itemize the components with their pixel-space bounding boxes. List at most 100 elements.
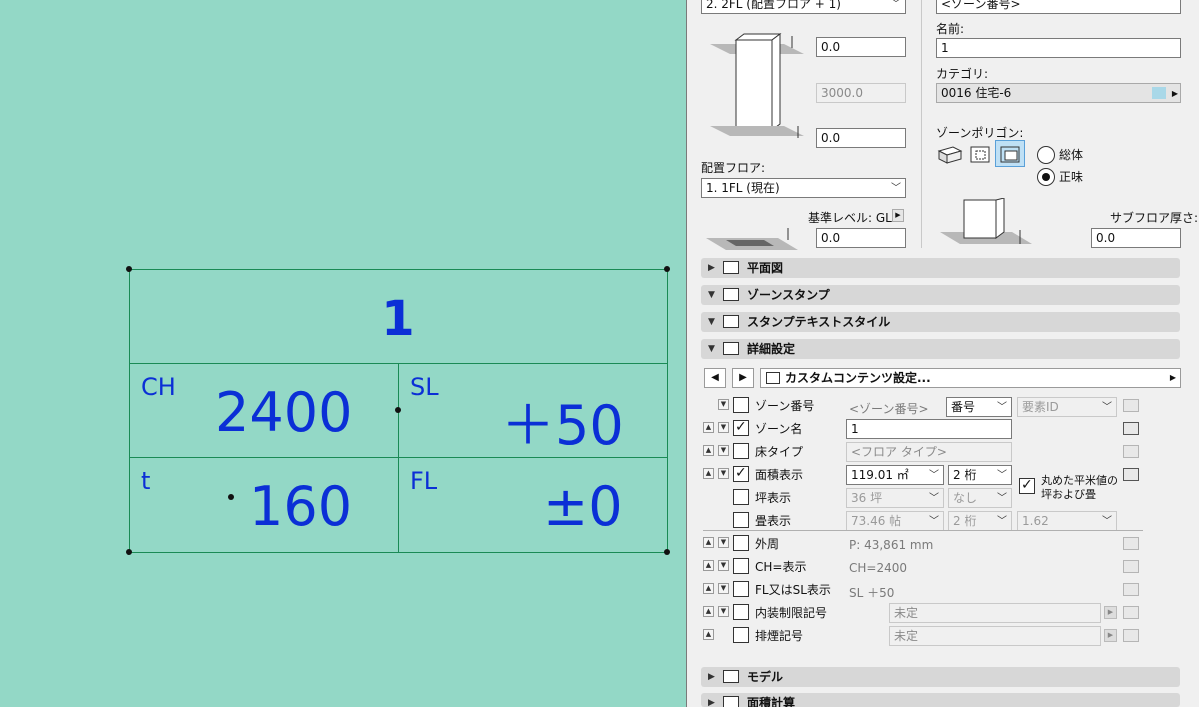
name-input[interactable]: 1 (936, 38, 1181, 58)
row-checkbox-area[interactable]: ✓ (733, 465, 749, 482)
move-down-button[interactable]: ▼ (718, 537, 729, 548)
move-up-button[interactable]: ▲ (703, 445, 714, 456)
subfloor-input[interactable]: 0.0 (1091, 228, 1181, 248)
radio-net[interactable] (1037, 168, 1055, 186)
row-option-button[interactable] (1123, 606, 1139, 619)
ref-level-label: 基準レベル: GL (808, 211, 892, 225)
stamp-handle-br[interactable] (664, 549, 670, 555)
section-details[interactable]: ▼ 詳細設定 (701, 339, 1180, 359)
tatami-digits-select[interactable]: 2 桁 ﹀ (948, 511, 1012, 531)
home-floor-select[interactable]: 1. 1FL (現在) ﹀ (701, 178, 906, 198)
row-option-button[interactable] (1123, 468, 1139, 481)
arrow-right-icon[interactable]: ▶ (1104, 629, 1117, 642)
move-up-button[interactable]: ▲ (703, 422, 714, 433)
row-checkbox-zone-name[interactable]: ✓ (733, 419, 749, 436)
row-input-interior-restriction[interactable]: 未定 (889, 603, 1101, 623)
row-option-button[interactable] (1123, 422, 1139, 435)
rounded-value-checkbox[interactable]: ✓ (1019, 477, 1035, 494)
row-checkbox-perimeter[interactable] (733, 535, 749, 551)
row-input-smoke-exhaust[interactable]: 未定 (889, 626, 1101, 646)
move-up-button[interactable]: ▲ (703, 468, 714, 479)
row-checkbox-smoke-exhaust[interactable] (733, 627, 749, 643)
move-down-button[interactable]: ▼ (718, 583, 729, 594)
row-input-zone-name[interactable]: 1 (846, 419, 1012, 439)
chevron-down-icon: ﹀ (1102, 516, 1112, 527)
stamp-handle-tl[interactable] (126, 266, 132, 272)
zone-stamp[interactable]: 1 CH 2400 SL ＋50 t 160 FL ±0 (126, 266, 670, 555)
chevron-down-icon: ﹀ (891, 0, 901, 10)
prev-button[interactable]: ◀ (704, 368, 726, 388)
row-value-ch: CH=2400 (849, 561, 907, 575)
ref-level-diagram-icon (706, 228, 798, 250)
row-checkbox-zone-number[interactable] (733, 397, 749, 413)
row-checkbox-floor-type[interactable] (733, 443, 749, 459)
move-down-button[interactable]: ▼ (718, 560, 729, 571)
row-option-button[interactable] (1123, 583, 1139, 596)
row-option-button[interactable] (1123, 629, 1139, 642)
tsubo-unit-value: 36 坪 (851, 491, 883, 505)
checkmark-icon: ✓ (735, 465, 747, 481)
tsubo-digits-select[interactable]: なし ﹀ (948, 488, 1012, 508)
section-stamp-text-style[interactable]: ▼ スタンプテキストスタイル (701, 312, 1180, 332)
section-model[interactable]: ▶ モデル (701, 667, 1180, 687)
row-checkbox-ch[interactable] (733, 558, 749, 574)
row-label-tsubo: 坪表示 (755, 491, 792, 505)
drawing-canvas[interactable]: 1 CH 2400 SL ＋50 t 160 FL ±0 (0, 0, 686, 707)
collapse-down-icon: ▼ (708, 290, 715, 300)
row-checkbox-interior-restriction[interactable] (733, 604, 749, 620)
stamp-t-label: t (141, 467, 151, 495)
arrow-right-icon[interactable]: ▶ (1104, 606, 1117, 619)
ref-level-arrow-button[interactable]: ▶ (892, 209, 904, 222)
top-offset-input[interactable]: 0.0 (816, 37, 906, 57)
move-up-button[interactable]: ▲ (703, 537, 714, 548)
row-option-button[interactable] (1123, 399, 1139, 412)
tsubo-digits-value: なし (953, 491, 978, 505)
element-id-select[interactable]: 要素ID ﹀ (1017, 397, 1117, 417)
move-down-button[interactable]: ▼ (718, 468, 729, 479)
row-option-button[interactable] (1123, 537, 1139, 550)
section-zone-stamp[interactable]: ▼ ゾーンスタンプ (701, 285, 1180, 305)
polygon-gross-icon[interactable] (966, 142, 994, 166)
move-down-button[interactable]: ▼ (718, 606, 729, 617)
row-checkbox-tsubo[interactable] (733, 489, 749, 505)
move-down-button[interactable]: ▼ (718, 445, 729, 456)
move-up-button[interactable]: ▲ (703, 629, 714, 640)
radio-gross[interactable] (1037, 146, 1055, 164)
move-down-button[interactable]: ▼ (718, 422, 729, 433)
ref-level-input[interactable]: 0.0 (816, 228, 906, 248)
custom-content-select[interactable]: カスタムコンテンツ設定... ▶ (760, 368, 1181, 388)
polygon-net-icon (1000, 146, 1020, 163)
row-option-button[interactable] (1123, 560, 1139, 573)
tatami-size-select[interactable]: 1.62 ﹀ (1017, 511, 1117, 531)
stamp-handle-tr[interactable] (664, 266, 670, 272)
category-select[interactable]: 0016 住宅-6 ▶ (936, 83, 1181, 103)
row-option-button[interactable] (1123, 445, 1139, 458)
bottom-offset-input[interactable]: 0.0 (816, 128, 906, 148)
move-up-button[interactable]: ▲ (703, 560, 714, 571)
polygon-3d-icon[interactable] (936, 142, 964, 166)
row-input-floor-type[interactable]: <フロア タイプ> (846, 442, 1012, 462)
chevron-down-icon: ﹀ (929, 516, 939, 527)
stamp-handle-mid[interactable] (395, 407, 401, 413)
stamp-border-right (667, 269, 668, 553)
section-floor-plan[interactable]: ▶ 平面図 (701, 258, 1180, 278)
tsubo-unit-select[interactable]: 36 坪 ﹀ (846, 488, 944, 508)
stamp-handle-t[interactable] (228, 494, 234, 500)
move-down-button[interactable]: ▼ (718, 399, 729, 410)
zone-number-input[interactable]: <ゾーン番号> (936, 0, 1181, 14)
move-up-button[interactable]: ▲ (703, 583, 714, 594)
row-checkbox-tatami[interactable] (733, 512, 749, 528)
home-floor-value: 1. 1FL (現在) (706, 181, 780, 195)
top-floor-select[interactable]: 2. 2FL (配置フロア + 1) ﹀ (701, 0, 906, 14)
height-input[interactable]: 3000.0 (816, 83, 906, 103)
model-icon (723, 670, 739, 683)
row-checkbox-fl-sl[interactable] (733, 581, 749, 597)
next-button[interactable]: ▶ (732, 368, 754, 388)
tatami-unit-select[interactable]: 73.46 帖 ﹀ (846, 511, 944, 531)
area-unit-select[interactable]: 119.01 ㎡ ﹀ (846, 465, 944, 485)
stamp-handle-bl[interactable] (126, 549, 132, 555)
section-area-calc[interactable]: ▶ 面積計算 (701, 693, 1180, 707)
move-up-button[interactable]: ▲ (703, 606, 714, 617)
number-format-select[interactable]: 番号 ﹀ (946, 397, 1012, 417)
area-digits-select[interactable]: 2 桁 ﹀ (948, 465, 1012, 485)
